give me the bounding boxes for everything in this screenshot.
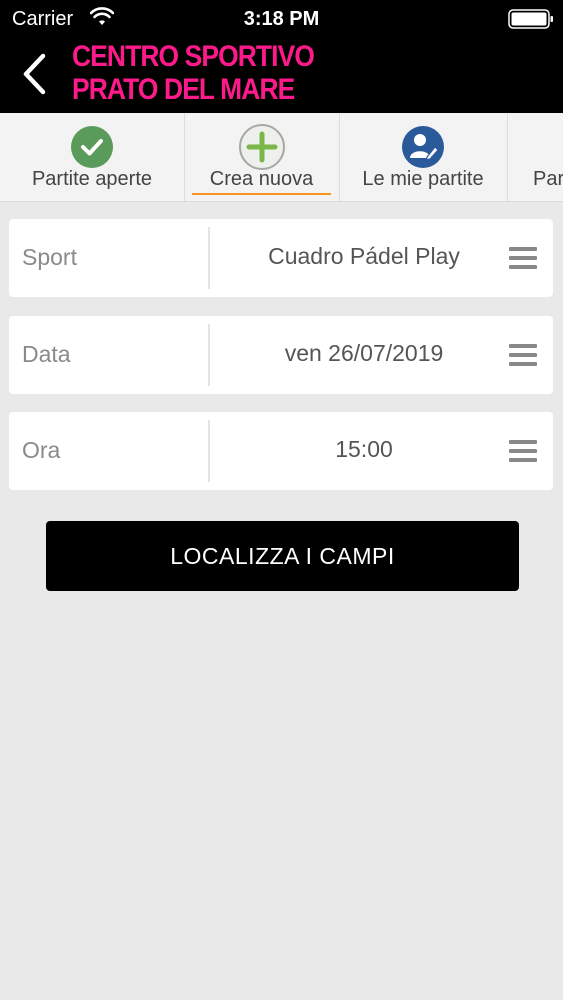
sport-value: Cuadro Pádel Play <box>268 243 460 269</box>
sport-label: Sport <box>22 244 77 270</box>
menu-icon <box>509 439 539 463</box>
tab-label: Par <box>533 168 563 190</box>
menu-icon <box>509 343 539 367</box>
tab-create-new[interactable]: Crea nuova <box>184 113 340 201</box>
time-selector[interactable]: Ora 15:00 <box>9 412 553 490</box>
tab-label: Le mie partite <box>362 168 484 190</box>
plus-icon <box>238 124 285 170</box>
tab-label: Crea nuova <box>209 168 314 190</box>
tab-selected-indicator <box>192 193 331 195</box>
tab-bar: Partite aperte Crea nuova Le mie partite… <box>0 113 563 202</box>
tab-open-matches[interactable]: Partite aperte <box>0 113 185 201</box>
locate-fields-button[interactable]: LOCALIZZA I CAMPI <box>46 521 519 591</box>
date-label: Data <box>22 341 71 367</box>
back-button[interactable] <box>18 52 52 96</box>
menu-icon <box>509 246 539 270</box>
logo-line-2: PRATO DEL MARE <box>72 73 295 106</box>
time-label: Ora <box>22 437 61 463</box>
chevron-left-icon <box>23 53 46 95</box>
time-value: 15:00 <box>335 436 393 462</box>
status-bar: Carrier 3:18 PM <box>0 0 563 38</box>
brand-logo: CENTRO SPORTIVO PRATO DEL MARE <box>72 40 318 106</box>
tab-my-matches[interactable]: Le mie partite <box>339 113 508 201</box>
divider <box>208 227 210 289</box>
status-time: 3:18 PM <box>243 8 320 30</box>
tab-partial[interactable]: Par <box>507 113 563 201</box>
tab-label: Partite aperte <box>31 168 153 190</box>
divider <box>208 420 210 482</box>
logo-line-1: CENTRO SPORTIVO <box>72 40 315 73</box>
check-icon <box>70 125 114 169</box>
battery-icon <box>508 9 554 35</box>
date-value: ven 26/07/2019 <box>284 340 444 366</box>
divider <box>208 324 210 386</box>
date-selector[interactable]: Data ven 26/07/2019 <box>9 316 553 394</box>
app-header: Carrier 3:18 PM CENTRO SPORTIVO PRATO DE… <box>0 0 563 113</box>
sport-selector[interactable]: Sport Cuadro Pádel Play <box>9 219 553 297</box>
user-edit-icon <box>401 125 445 169</box>
